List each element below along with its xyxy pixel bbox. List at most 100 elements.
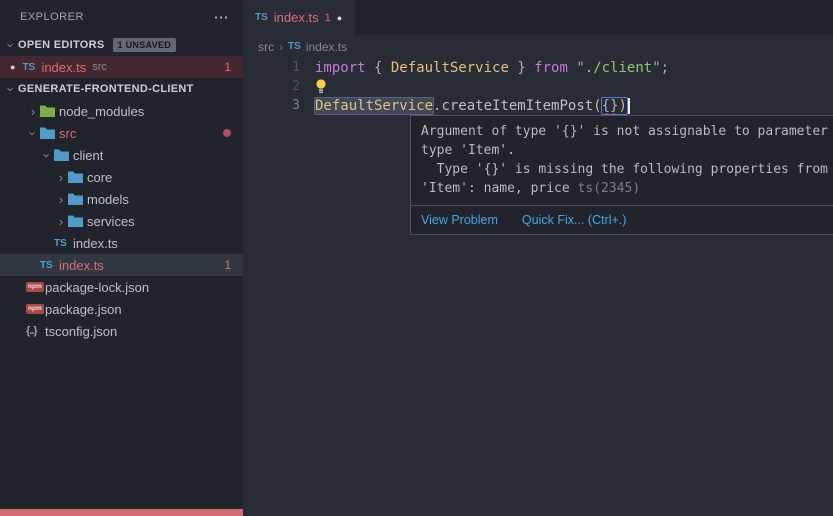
tab-bar: TS index.ts 1 ● xyxy=(243,0,833,35)
folder-icon xyxy=(40,105,59,117)
bracket-highlight: {}) xyxy=(602,98,627,114)
error-line: 'Item': name, price ts(2345) xyxy=(421,179,833,198)
folder-icon xyxy=(68,171,87,183)
tree-item-client[interactable]: › client xyxy=(0,144,243,166)
tree-item-label: package-lock.json xyxy=(45,280,149,295)
tree-item-core[interactable]: › core xyxy=(0,166,243,188)
code-line-2[interactable]: 2 xyxy=(243,77,833,96)
code-token: "./client" xyxy=(576,60,660,76)
open-editors-label: OPEN EDITORS xyxy=(18,39,105,51)
error-line: Argument of type '{}' is not assignable … xyxy=(421,122,833,141)
open-editors-header[interactable]: › OPEN EDITORS 1 UNSAVED xyxy=(0,34,243,56)
modified-dot-icon[interactable]: ● xyxy=(337,13,342,23)
chevron-down-icon[interactable]: › xyxy=(4,38,19,52)
breadcrumb-folder[interactable]: src xyxy=(258,40,274,54)
tree-item-package-lock-json[interactable]: npmpackage-lock.json xyxy=(0,276,243,298)
editor-group: TS index.ts 1 ● src › TS index.ts 1 impor… xyxy=(243,0,833,516)
breadcrumb: src › TS index.ts xyxy=(243,35,833,58)
tab-index-ts[interactable]: TS index.ts 1 ● xyxy=(243,0,354,35)
tree-item-node-modules[interactable]: › node_modules xyxy=(0,100,243,122)
line-number: 3 xyxy=(243,98,300,113)
tab-problems-badge: 1 xyxy=(325,12,331,24)
chevron-right-icon[interactable]: › xyxy=(26,104,40,119)
tree-item-label: index.ts xyxy=(73,236,118,251)
tree-item-index-ts[interactable]: TSindex.ts1 xyxy=(0,254,243,276)
explorer-title: EXPLORER xyxy=(20,11,84,23)
code-token: DefaultService xyxy=(315,98,433,114)
line-content: DefaultService.createItemItemPost({}) xyxy=(315,98,630,114)
code-token: createItemItemPost xyxy=(441,98,593,114)
error-code: ts(2345) xyxy=(578,181,641,196)
more-actions-icon[interactable]: ⋯ xyxy=(214,10,230,25)
tree-item-label: tsconfig.json xyxy=(45,324,117,339)
line-content: import { DefaultService } from "./client… xyxy=(315,60,669,76)
folder-icon xyxy=(40,127,59,139)
error-hover-popup: Argument of type '{}' is not assignable … xyxy=(410,115,833,235)
code-token: {} xyxy=(602,98,619,114)
chevron-right-icon[interactable]: › xyxy=(54,192,68,207)
code-token: from xyxy=(534,60,568,76)
typescript-icon: TS xyxy=(22,62,41,73)
tree-item-label: models xyxy=(87,192,129,207)
code-token: ; xyxy=(661,60,669,76)
line-number: 1 xyxy=(243,60,300,75)
code-token: DefaultService xyxy=(391,60,509,76)
chevron-right-icon[interactable]: › xyxy=(54,214,68,229)
line-content xyxy=(315,79,329,94)
error-message: Argument of type '{}' is not assignable … xyxy=(411,116,833,205)
code-token: ) xyxy=(618,98,626,114)
code-line-3[interactable]: 3 DefaultService.createItemItemPost({}) xyxy=(243,96,833,115)
error-line: type 'Item'. xyxy=(421,141,833,160)
modified-dot-icon[interactable]: ● xyxy=(10,62,15,72)
breadcrumb-file[interactable]: index.ts xyxy=(306,40,347,54)
tab-label: index.ts xyxy=(274,10,319,25)
tree-item-src[interactable]: › src xyxy=(0,122,243,144)
chevron-down-icon[interactable]: › xyxy=(26,126,41,140)
typescript-icon: TS xyxy=(255,12,268,23)
open-editor-filename: index.ts xyxy=(41,60,86,75)
npm-icon: npm xyxy=(26,304,45,315)
view-problem-button[interactable]: View Problem xyxy=(421,213,498,227)
folder-icon xyxy=(68,193,87,205)
code-line-1[interactable]: 1 import { DefaultService } from "./clien… xyxy=(243,58,833,77)
unsaved-badge: 1 UNSAVED xyxy=(113,38,177,52)
tree-item-package-json[interactable]: npmpackage.json xyxy=(0,298,243,320)
chevron-down-icon[interactable]: › xyxy=(4,82,19,96)
hover-actions: View Problem Quick Fix... (Ctrl+.) xyxy=(411,205,833,234)
line-number: 2 xyxy=(243,79,300,94)
lightbulb-icon[interactable] xyxy=(315,79,327,94)
npm-icon: npm xyxy=(26,282,45,293)
code-token: { xyxy=(366,60,391,76)
code-token: . xyxy=(433,98,441,114)
problems-badge: 1 xyxy=(224,60,231,74)
code-token: ( xyxy=(593,98,601,114)
typescript-icon: TS xyxy=(54,238,73,249)
code-token xyxy=(568,60,576,76)
error-dot-icon xyxy=(223,129,231,137)
vscode-window: EXPLORER ⋯ › OPEN EDITORS 1 UNSAVED ● TS… xyxy=(0,0,833,516)
tree-item-label: client xyxy=(73,148,103,163)
typescript-icon: TS xyxy=(40,260,59,271)
error-line: Type '{}' is missing the following prope… xyxy=(421,160,833,179)
tree-item-label: package.json xyxy=(45,302,122,317)
tree-item-index-ts[interactable]: TSindex.ts xyxy=(0,232,243,254)
open-editor-path: src xyxy=(92,61,107,73)
json-icon: {..} xyxy=(26,325,45,337)
open-editor-item-index-ts[interactable]: ● TS index.ts src 1 xyxy=(0,56,243,78)
tree-item-label: node_modules xyxy=(59,104,144,119)
explorer-header: EXPLORER ⋯ xyxy=(0,0,243,34)
chevron-right-icon[interactable]: › xyxy=(54,170,68,185)
tree-item-models[interactable]: › models xyxy=(0,188,243,210)
tree-item-label: src xyxy=(59,126,76,141)
tree-item-services[interactable]: ›services xyxy=(0,210,243,232)
sidebar-bottom-strip xyxy=(0,509,243,516)
tree-item-tsconfig-json[interactable]: {..}tsconfig.json xyxy=(0,320,243,342)
tree-item-label: index.ts xyxy=(59,258,104,273)
quick-fix-button[interactable]: Quick Fix... (Ctrl+.) xyxy=(522,213,627,227)
code-area[interactable]: 1 import { DefaultService } from "./clien… xyxy=(243,58,833,115)
tree-item-label: core xyxy=(87,170,112,185)
chevron-right-icon: › xyxy=(279,40,283,54)
chevron-down-icon[interactable]: › xyxy=(40,148,55,162)
project-section-header[interactable]: › GENERATE-FRONTEND-CLIENT xyxy=(0,78,243,100)
text-cursor xyxy=(628,98,630,114)
